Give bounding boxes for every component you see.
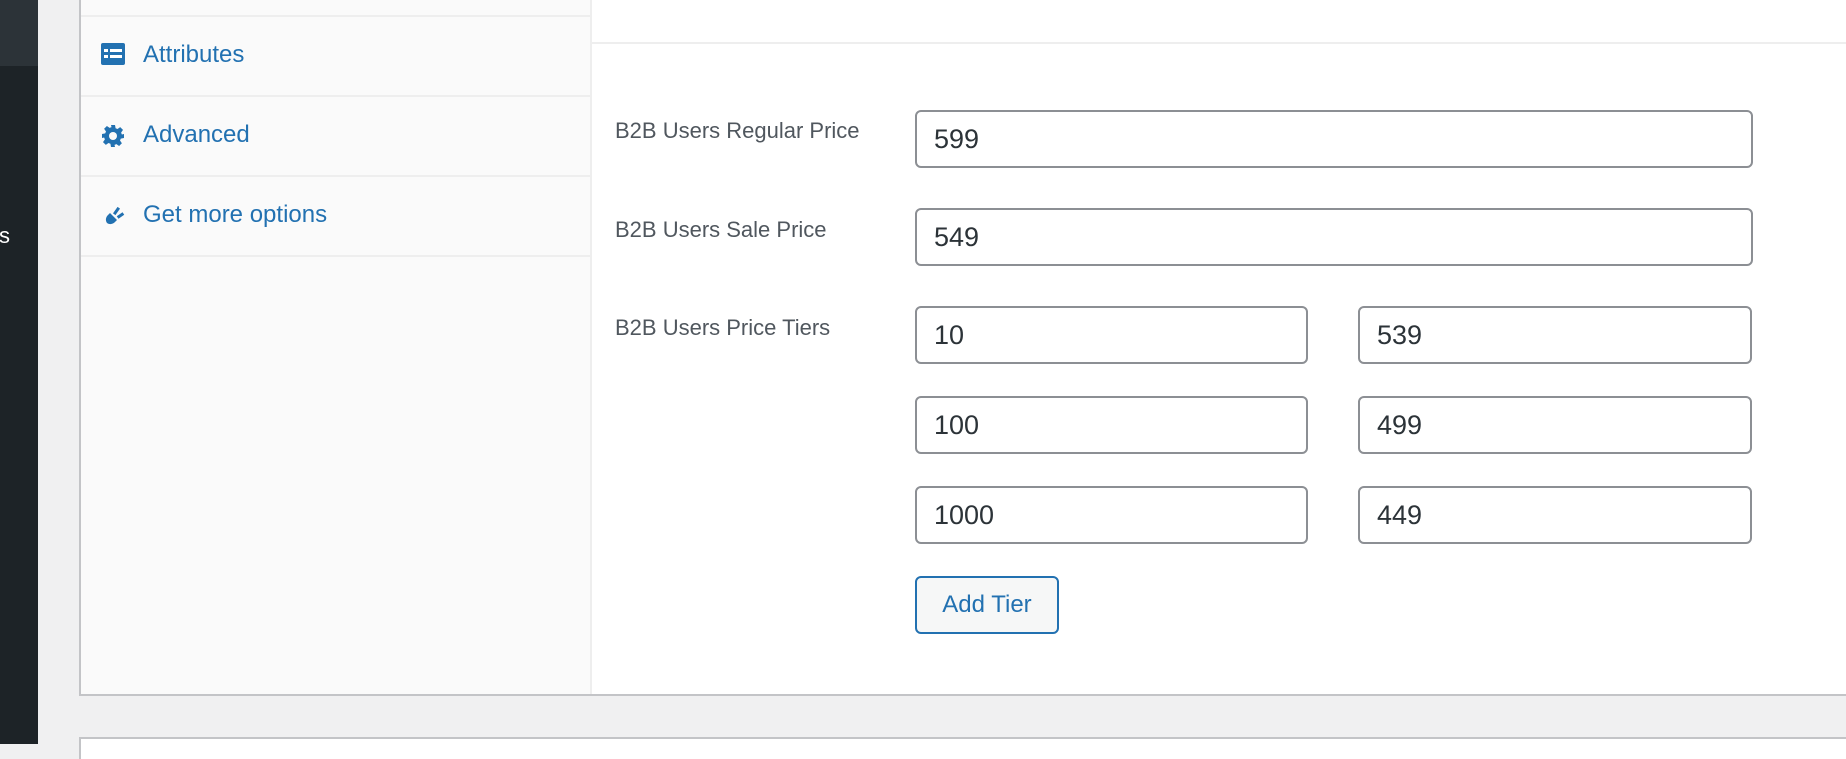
tier-price-input[interactable] [1358,396,1752,454]
plug-icon [101,205,125,229]
tab-get-more-options[interactable]: Get more options [81,177,590,257]
regular-price-input[interactable] [915,110,1753,168]
product-data-tabs: Attributes Advanced Get more options [81,0,592,694]
admin-menu-item-label[interactable]: s [0,224,10,248]
tab-previous[interactable] [81,0,590,17]
admin-sidebar: s [0,0,38,744]
sale-price-input[interactable] [915,208,1753,266]
regular-price-label: B2B Users Regular Price [615,118,860,143]
section-divider [591,42,1846,44]
sale-price-label: B2B Users Sale Price [615,217,827,242]
tier-price-input[interactable] [1358,306,1752,364]
price-tiers-label: B2B Users Price Tiers [615,315,831,340]
add-tier-button[interactable]: Add Tier [915,576,1059,634]
tier-quantity-input[interactable] [915,396,1308,454]
tab-advanced-label: Advanced [143,121,250,148]
tab-attributes-label: Attributes [143,41,245,68]
gear-icon [101,124,125,148]
tab-attributes[interactable]: Attributes [81,17,590,97]
tier-quantity-input[interactable] [915,486,1308,544]
tab-advanced[interactable]: Advanced [81,97,590,177]
tier-quantity-input[interactable] [915,306,1308,364]
attributes-list-icon [101,43,125,67]
admin-menu-current-item[interactable] [0,0,38,66]
tier-price-input[interactable] [1358,486,1752,544]
next-metabox [79,737,1846,759]
tab-get-more-options-label: Get more options [143,201,328,228]
